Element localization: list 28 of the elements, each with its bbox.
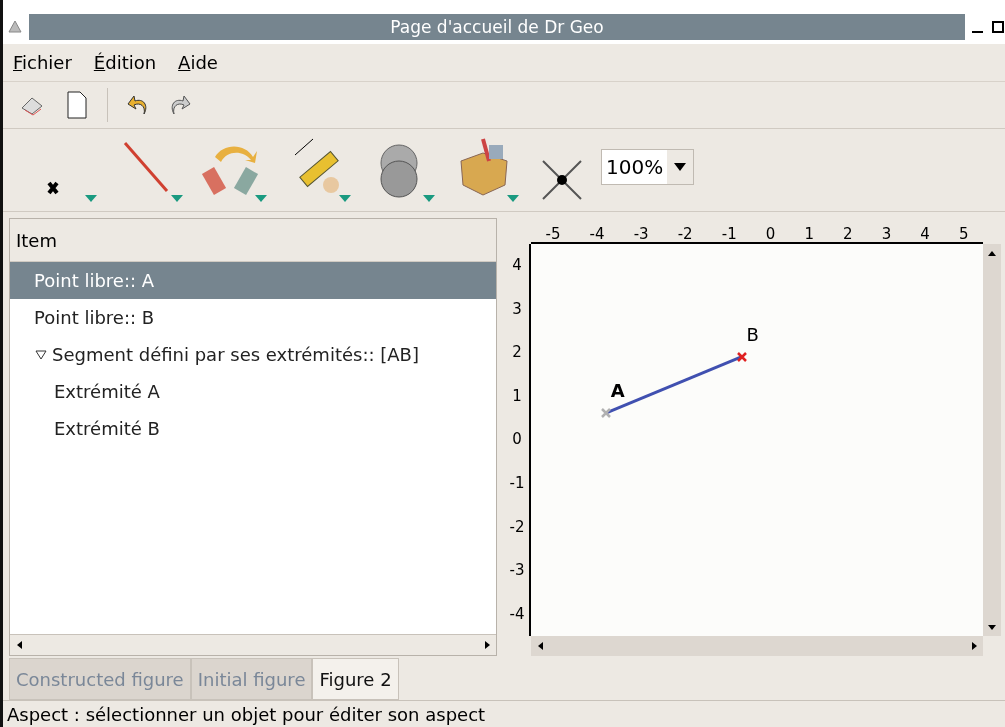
vertical-scrollbar[interactable] [983, 244, 1001, 636]
maximize-button[interactable] [991, 20, 1005, 34]
point-mark-icon[interactable] [601, 407, 612, 418]
drawing-canvas[interactable]: A B [531, 244, 983, 636]
window-title: Page d'accueil de Dr Geo [29, 14, 965, 40]
app-icon [7, 19, 23, 35]
horizontal-scrollbar[interactable] [10, 634, 496, 655]
tree-row[interactable]: Point libre:: B [10, 299, 496, 336]
menu-item[interactable]: Fichier [13, 52, 72, 73]
point-mark-icon[interactable] [736, 351, 747, 362]
menu-item[interactable]: Aide [178, 52, 218, 73]
tree-row[interactable]: Extrémité B [10, 410, 496, 447]
expander-icon[interactable] [34, 347, 48, 362]
tree-row[interactable]: Extrémité A [10, 373, 496, 410]
caret-icon [674, 163, 687, 171]
tree-row[interactable]: Point libre:: A [10, 262, 496, 299]
menu-item[interactable]: Édition [93, 52, 157, 73]
segment[interactable] [605, 355, 743, 415]
point-label: B [746, 323, 759, 345]
scroll-arrow-icon[interactable] [482, 640, 492, 650]
tab[interactable]: Figure 2 [312, 658, 399, 700]
new-document-icon[interactable] [65, 90, 89, 120]
zoom-combo[interactable]: 100% [601, 149, 695, 185]
status-bar: Aspect : sélectionner un objet pour éditer son aspect [3, 700, 1005, 727]
horizontal-scrollbar[interactable] [531, 636, 983, 656]
tree-row[interactable]: Segment défini par ses extrémités:: [AB] [10, 336, 496, 373]
point-label: A [610, 380, 625, 402]
column-header[interactable]: Item [10, 219, 496, 262]
